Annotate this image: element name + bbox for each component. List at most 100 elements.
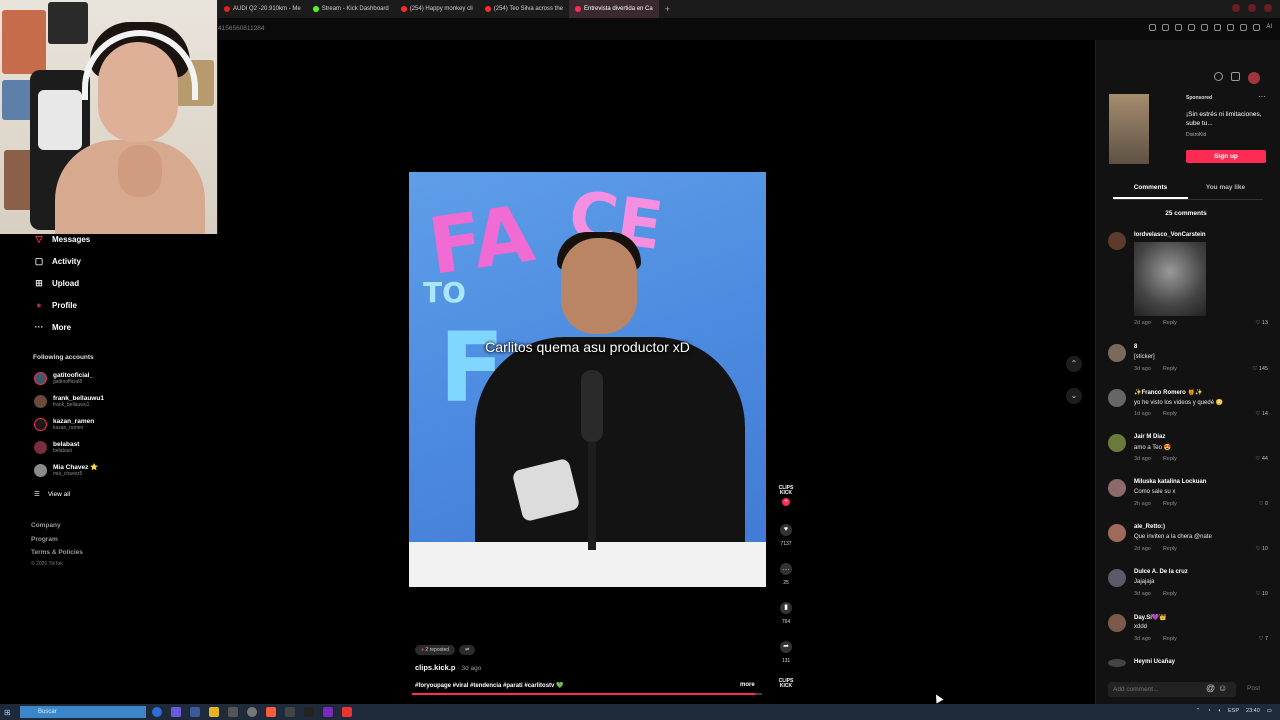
avatar[interactable] [1108, 524, 1126, 542]
comment-like[interactable]: ♡ 10 [1255, 591, 1268, 597]
device-icon[interactable] [1231, 72, 1240, 81]
more-button[interactable]: more [740, 682, 755, 688]
language-indicator[interactable]: ESP [1228, 708, 1239, 714]
avatar[interactable] [1108, 614, 1126, 632]
browser-tab[interactable]: AUDI Q2 -20.910km - Me [218, 0, 307, 18]
emoji-icon[interactable]: ☺ [1218, 683, 1227, 693]
comment-like[interactable]: ♡ 10 [1255, 546, 1268, 552]
like-button[interactable]: ♥ 7137 [778, 524, 794, 547]
previous-video-button[interactable]: ⌃ [1066, 356, 1082, 372]
comment-username[interactable]: Heymi Ucañay [1134, 659, 1175, 665]
wallet-icon[interactable] [1240, 24, 1248, 31]
nav-more[interactable]: ··· More [34, 322, 72, 332]
comment-username[interactable]: lordvelasco_VonCarstein [1134, 232, 1206, 238]
app-icon[interactable] [247, 707, 257, 717]
author-line[interactable]: clips.kick.p · 3d ago [415, 663, 481, 672]
footer-company-link[interactable]: Company [31, 522, 61, 529]
reply-button[interactable]: Reply [1163, 366, 1177, 372]
heart-icon[interactable] [1227, 24, 1235, 31]
reply-button[interactable]: Reply [1163, 411, 1177, 417]
bookmark-button[interactable]: ▮ 764 [778, 602, 794, 625]
comment-like[interactable]: ♡ 13 [1255, 320, 1268, 326]
volume-icon[interactable]: ◖ [1218, 708, 1221, 714]
network-icon[interactable]: ◔ [1207, 708, 1210, 714]
comment-like[interactable]: ♡ 0 [1258, 501, 1268, 507]
account-item[interactable]: Mia Chavez ⭐ mia_chavez5 [34, 464, 98, 477]
windows-start-icon[interactable]: ⊞ [4, 708, 11, 717]
avatar[interactable] [1108, 389, 1126, 407]
account-item[interactable]: gatitooficial_ gatitoofficial8 [34, 372, 93, 385]
tab-comments[interactable]: Comments [1113, 182, 1188, 199]
account-item[interactable]: frank_bellauwu1 frank_bellauwu1 [34, 395, 104, 408]
repost-info[interactable]: ● 2 reposted ⇄ [415, 645, 476, 655]
clock[interactable]: 23:40 [1246, 708, 1260, 714]
taskbar-search[interactable]: Buscar [20, 706, 146, 718]
footer-program-link[interactable]: Program [31, 536, 58, 543]
play-icon[interactable] [1214, 24, 1222, 31]
tray-chevron-icon[interactable]: ⌃ [1196, 708, 1201, 714]
ai-button[interactable]: AI [1266, 24, 1272, 31]
reply-button[interactable]: Reply [1163, 546, 1177, 552]
notification-icon[interactable]: ▭ [1267, 708, 1272, 714]
folder-icon[interactable] [209, 707, 219, 717]
next-video-button[interactable]: ⌄ [1066, 388, 1082, 404]
app-icon[interactable] [342, 707, 352, 717]
account-item[interactable]: belabast belabast [34, 441, 79, 454]
tab-you-may-like[interactable]: You may like [1188, 182, 1263, 199]
app-icon[interactable] [152, 707, 162, 717]
shield-icon[interactable] [1175, 24, 1183, 31]
follow-plus-icon[interactable]: + [782, 498, 790, 506]
signup-button[interactable]: Sign up [1186, 150, 1266, 163]
avatar[interactable] [1108, 659, 1126, 667]
comment-button[interactable]: … 25 [778, 563, 794, 586]
post-button[interactable]: Post [1247, 685, 1260, 692]
app-icon[interactable] [190, 707, 200, 717]
screenshot-icon[interactable] [1162, 24, 1170, 31]
avatar[interactable] [1108, 344, 1126, 362]
ad-thumbnail[interactable] [1109, 94, 1149, 164]
avatar[interactable] [1108, 232, 1126, 250]
reply-button[interactable]: Reply [1163, 501, 1177, 507]
nav-upload[interactable]: ⊞ Upload [34, 278, 79, 288]
app-icon[interactable] [323, 707, 333, 717]
creator-avatar[interactable]: CLIPS KICK + [776, 486, 796, 508]
comment-like[interactable]: ♡ 7 [1258, 636, 1268, 642]
video-progress-bar[interactable] [412, 693, 762, 695]
browser-tab[interactable]: (254) Teo Silva across the [479, 0, 569, 18]
user-avatar[interactable] [1248, 72, 1260, 84]
reply-button[interactable]: Reply [1163, 320, 1177, 326]
compass-icon[interactable] [1214, 72, 1223, 81]
repost-icon[interactable]: ⇄ [459, 645, 476, 655]
comment-username[interactable]: ✨Franco Romero 🍯✨ [1134, 389, 1202, 396]
nav-profile[interactable]: ● Profile [34, 300, 77, 310]
view-all-link[interactable]: ☰ View all [34, 490, 70, 499]
repost-pill[interactable]: ● 2 reposted [415, 645, 456, 655]
minimize-button[interactable] [1232, 4, 1240, 12]
download-icon[interactable] [1253, 24, 1261, 31]
bookmark-icon[interactable] [1149, 24, 1157, 31]
reply-button[interactable]: Reply [1163, 456, 1177, 462]
app-icon[interactable] [171, 707, 181, 717]
url-text[interactable]: 4156560811284 [218, 25, 265, 32]
extension-icon[interactable] [1188, 24, 1196, 31]
comment-like[interactable]: ♡ 44 [1255, 456, 1268, 462]
share-button[interactable]: ➦ 131 [778, 641, 794, 664]
app-icon[interactable] [228, 707, 238, 717]
mention-icon[interactable]: @ [1206, 683, 1215, 693]
comment-username[interactable]: Dulce A. De la cruz [1134, 569, 1188, 575]
close-button[interactable] [1264, 4, 1272, 12]
browser-tab[interactable]: (254) Happy monkey cli [395, 0, 479, 18]
comment-username[interactable]: Miluska katalina Lockuan [1134, 479, 1206, 485]
comment-username[interactable]: Day.Sí💜👑 [1134, 614, 1167, 621]
avatar[interactable] [1108, 569, 1126, 587]
footer-terms-link[interactable]: Terms & Policies [31, 549, 83, 556]
translate-icon[interactable] [1201, 24, 1209, 31]
browser-tab-active[interactable]: Entrevista divertida en Ca [569, 0, 659, 18]
comment-like[interactable]: ♡ 145 [1252, 366, 1268, 372]
nav-activity[interactable]: ▢ Activity [34, 256, 81, 266]
add-comment-input[interactable]: Add comment... [1108, 682, 1236, 697]
comment-like[interactable]: ♡ 14 [1255, 411, 1268, 417]
comment-username[interactable]: Jair M Diaz [1134, 434, 1165, 440]
comment-image[interactable] [1134, 242, 1206, 316]
app-icon[interactable] [304, 707, 314, 717]
